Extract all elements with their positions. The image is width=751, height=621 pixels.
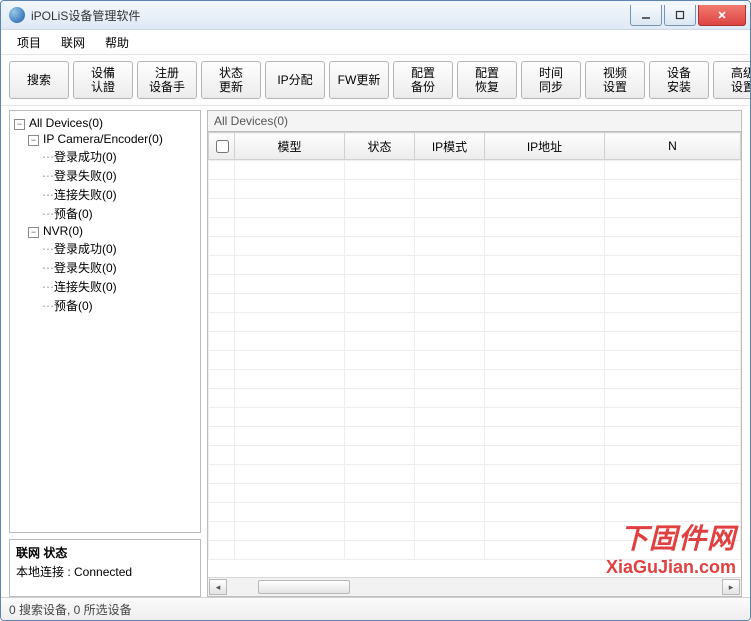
toolbar: 搜索 设備认證 注册设备手 状态更新 IP分配 FW更新 配置备份 配置恢复 时…	[1, 55, 750, 106]
device-auth-button[interactable]: 设備认證	[73, 61, 133, 99]
table-row	[209, 408, 741, 427]
tree-leaf-icon: ⋯	[42, 280, 54, 294]
status-text: 0 搜索设备, 0 所选设备	[9, 601, 132, 618]
menu-network[interactable]: 联网	[51, 31, 95, 54]
table-row	[209, 522, 741, 541]
menu-help[interactable]: 帮助	[95, 31, 139, 54]
grid-col-status[interactable]: 状态	[345, 133, 415, 160]
grid-body[interactable]	[208, 160, 741, 577]
table-row	[209, 237, 741, 256]
tree-ipcam-login-fail[interactable]: ⋯登录失败(0)	[14, 166, 200, 185]
device-grid: 模型 状态 IP模式 IP地址 N	[207, 131, 742, 597]
network-status-title: 联网 状态	[16, 544, 194, 561]
window-title: iPOLiS设备管理软件	[31, 7, 628, 24]
tree-leaf-icon: ⋯	[42, 261, 54, 275]
table-row	[209, 446, 741, 465]
config-backup-button[interactable]: 配置备份	[393, 61, 453, 99]
table-row	[209, 313, 741, 332]
search-button[interactable]: 搜索	[9, 61, 69, 99]
table-row	[209, 256, 741, 275]
menu-project[interactable]: 项目	[7, 31, 51, 54]
status-bar: 0 搜索设备, 0 所选设备	[1, 597, 750, 620]
grid-col-next[interactable]: N	[605, 133, 741, 160]
tree-leaf-icon: ⋯	[42, 242, 54, 256]
table-row	[209, 275, 741, 294]
table-row	[209, 199, 741, 218]
collapse-icon[interactable]: −	[28, 227, 39, 238]
tree-leaf-icon: ⋯	[42, 207, 54, 221]
title-bar: iPOLiS设备管理软件	[1, 1, 750, 30]
table-row	[209, 370, 741, 389]
table-row	[209, 180, 741, 199]
collapse-icon[interactable]: −	[28, 135, 39, 146]
table-row	[209, 484, 741, 503]
tree-leaf-icon: ⋯	[42, 299, 54, 313]
device-tree[interactable]: −All Devices(0) −IP Camera/Encoder(0) ⋯登…	[9, 110, 201, 533]
register-manual-button[interactable]: 注册设备手	[137, 61, 197, 99]
left-column: −All Devices(0) −IP Camera/Encoder(0) ⋯登…	[9, 110, 201, 597]
ip-assign-button[interactable]: IP分配	[265, 61, 325, 99]
advanced-settings-button[interactable]: 高级设置	[713, 61, 751, 99]
tree-ipcam-login-ok[interactable]: ⋯登录成功(0)	[14, 147, 200, 166]
tree-ipcam-reserve[interactable]: ⋯预备(0)	[14, 204, 200, 223]
scroll-left-icon[interactable]: ◂	[209, 579, 227, 595]
app-icon	[9, 7, 25, 23]
scroll-thumb[interactable]	[258, 580, 350, 594]
status-update-button[interactable]: 状态更新	[201, 61, 261, 99]
table-row	[209, 161, 741, 180]
tree-nvr-login-ok[interactable]: ⋯登录成功(0)	[14, 239, 200, 258]
tree-ipcam[interactable]: −IP Camera/Encoder(0)	[14, 131, 200, 147]
fw-update-button[interactable]: FW更新	[329, 61, 389, 99]
table-row	[209, 294, 741, 313]
tree-ipcam-conn-fail[interactable]: ⋯连接失败(0)	[14, 185, 200, 204]
table-row	[209, 465, 741, 484]
right-column: All Devices(0) 模型 状态 IP模式 IP地址 N	[207, 110, 742, 597]
tree-nvr[interactable]: −NVR(0)	[14, 223, 200, 239]
tree-nvr-conn-fail[interactable]: ⋯连接失败(0)	[14, 277, 200, 296]
network-status-local: 本地连接 : Connected	[16, 563, 194, 580]
collapse-icon[interactable]: −	[14, 119, 25, 130]
horizontal-scrollbar[interactable]: ◂ ▸	[208, 577, 741, 596]
tree-leaf-icon: ⋯	[42, 150, 54, 164]
table-row	[209, 218, 741, 237]
select-all-checkbox[interactable]	[216, 140, 229, 153]
table-row	[209, 427, 741, 446]
tree-nvr-reserve[interactable]: ⋯预备(0)	[14, 296, 200, 315]
table-row	[209, 389, 741, 408]
tree-root[interactable]: −All Devices(0)	[14, 115, 200, 131]
minimize-button[interactable]	[630, 5, 662, 26]
grid-header-row: 模型 状态 IP模式 IP地址 N	[208, 132, 741, 160]
tree-nvr-login-fail[interactable]: ⋯登录失败(0)	[14, 258, 200, 277]
close-button[interactable]	[698, 5, 746, 26]
table-row	[209, 332, 741, 351]
table-row	[209, 541, 741, 560]
app-window: iPOLiS设备管理软件 项目 联网 帮助 搜索 设備认證 注册设备手 状态更新…	[0, 0, 751, 621]
main-area: −All Devices(0) −IP Camera/Encoder(0) ⋯登…	[1, 106, 750, 597]
device-install-button[interactable]: 设备安装	[649, 61, 709, 99]
grid-col-ipmode[interactable]: IP模式	[415, 133, 485, 160]
window-buttons	[628, 5, 746, 25]
time-sync-button[interactable]: 时间同步	[521, 61, 581, 99]
grid-col-checkbox[interactable]	[209, 133, 235, 160]
grid-col-model[interactable]: 模型	[235, 133, 345, 160]
maximize-button[interactable]	[664, 5, 696, 26]
menu-bar: 项目 联网 帮助	[1, 30, 750, 55]
tree-leaf-icon: ⋯	[42, 188, 54, 202]
table-row	[209, 351, 741, 370]
config-restore-button[interactable]: 配置恢复	[457, 61, 517, 99]
grid-col-ipaddr[interactable]: IP地址	[485, 133, 605, 160]
network-status-panel: 联网 状态 本地连接 : Connected	[9, 539, 201, 597]
video-settings-button[interactable]: 视频设置	[585, 61, 645, 99]
tree-leaf-icon: ⋯	[42, 169, 54, 183]
grid-group-header: All Devices(0)	[207, 110, 742, 131]
scroll-right-icon[interactable]: ▸	[722, 579, 740, 595]
table-row	[209, 503, 741, 522]
